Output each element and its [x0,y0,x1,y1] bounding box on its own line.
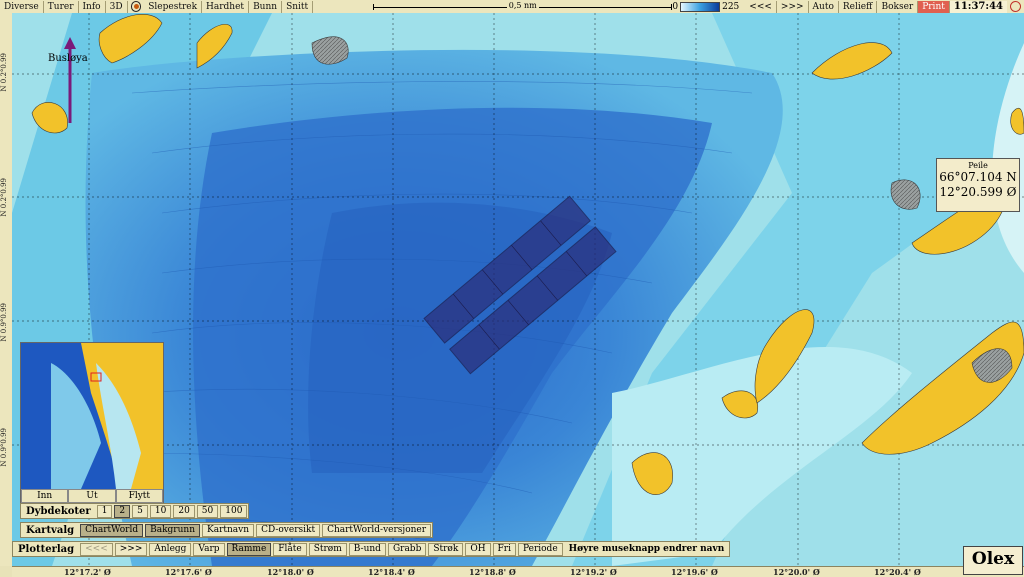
longitude-scale: 12°17.2' Ø 12°17.6' Ø 12°18.0' Ø 12°18.4… [12,566,1024,577]
depth-contours-panel: Dybdekoter 1 2 5 10 20 50 100 [20,503,250,519]
lat-label: N 0.9°0.99 [0,303,8,342]
chartworld-button[interactable]: ChartWorld [80,523,144,537]
move-button[interactable]: Flytt [115,489,163,503]
menu-slepestrek[interactable]: Slepestrek [144,0,203,13]
layer-oh[interactable]: OH [465,542,491,556]
auto-button[interactable]: Auto [809,0,839,13]
layer-fri[interactable]: Fri [492,542,516,556]
layer-ramme[interactable]: Ramme [226,542,272,556]
menu-diverse[interactable]: Diverse [0,0,44,13]
lat-label: N 0.2°0.99 [0,178,8,217]
scale-bar: 0,5 nm [373,0,673,13]
target-icon[interactable] [130,1,142,12]
bokser-button[interactable]: Bokser [877,0,919,13]
lat-label: N 0.9°0.99 [0,428,8,467]
bearing-title: Peile [968,161,988,170]
menu-turer[interactable]: Turer [44,0,79,13]
layers-prev-button[interactable]: <<< [80,542,113,556]
depth-1[interactable]: 1 [96,504,113,518]
plotter-layers-title: Plotterlag [18,543,75,555]
plotter-hint: Høyre museknapp endrer navn [568,544,725,554]
lat-label: N 0.2°0.99 [0,53,8,92]
layers-next-button[interactable]: >>> [114,542,148,556]
chart-names-button[interactable]: Kartnavn [202,523,255,537]
nav-next-button[interactable]: >>> [777,0,809,13]
olex-logo: Olex [963,546,1023,575]
chart-select-title: Kartvalg [26,524,75,536]
top-menu-bar: Diverse Turer Info 3D Slepestrek Hardhet… [0,0,1024,14]
layer-strom[interactable]: Strøm [308,542,347,556]
depth-2[interactable]: 2 [114,504,131,518]
cd-overview-button[interactable]: CD-oversikt [256,523,321,537]
chart-select-panel: Kartvalg ChartWorld Bakgrunn Kartnavn CD… [20,522,434,538]
menu-3d[interactable]: 3D [106,0,128,13]
alarm-icon[interactable] [1010,1,1021,12]
chartworld-versions-button[interactable]: ChartWorld-versjoner [322,523,432,537]
background-button[interactable]: Bakgrunn [145,523,200,537]
depth-max: 225 [722,1,740,12]
depth-scale[interactable]: 0 225 <<< >>> Auto Relieff Bokser Print … [672,0,1024,13]
bearing-lon: 12°20.599 Ø [939,185,1017,199]
menu-snitt[interactable]: Snitt [282,0,314,13]
place-name: Busløya [48,53,88,64]
print-button[interactable]: Print [918,0,950,13]
clock: 11:37:44 [949,0,1007,13]
relieff-button[interactable]: Relieff [839,0,878,13]
minimap-canvas[interactable] [21,343,163,489]
depth-contours-title: Dybdekoter [26,505,91,517]
depth-5[interactable]: 5 [132,504,148,518]
layer-b-und[interactable]: B-und [348,542,386,556]
menu-bunn[interactable]: Bunn [249,0,283,13]
layer-anlegg[interactable]: Anlegg [149,542,192,556]
layer-periode[interactable]: Periode [517,542,563,556]
zoom-in-button[interactable]: Inn [21,489,69,503]
depth-gradient [680,1,721,12]
depth-10[interactable]: 10 [149,504,172,518]
layer-flate[interactable]: Flåte [273,542,307,556]
overview-minimap[interactable]: Inn Ut Flytt [20,342,164,504]
depth-50[interactable]: 50 [196,504,219,518]
scale-label: 0,5 nm [506,0,539,11]
nav-prev-button[interactable]: <<< [745,0,777,13]
zoom-out-button[interactable]: Ut [68,489,116,503]
depth-20[interactable]: 20 [173,504,195,518]
bearing-info-box: Peile 66°07.104 N 12°20.599 Ø [936,158,1020,212]
depth-100[interactable]: 100 [220,504,248,518]
depth-min: 0 [672,1,679,12]
plotter-layers-panel: Plotterlag <<< >>> Anlegg Varp Ramme Flå… [12,541,731,557]
menu-hardhet[interactable]: Hardhet [202,0,250,13]
layer-grabb[interactable]: Grabb [387,542,427,556]
bearing-lat: 66°07.104 N [939,170,1017,184]
layer-strok[interactable]: Strøk [428,542,464,556]
menu-info[interactable]: Info [79,0,106,13]
layer-varp[interactable]: Varp [193,542,225,556]
